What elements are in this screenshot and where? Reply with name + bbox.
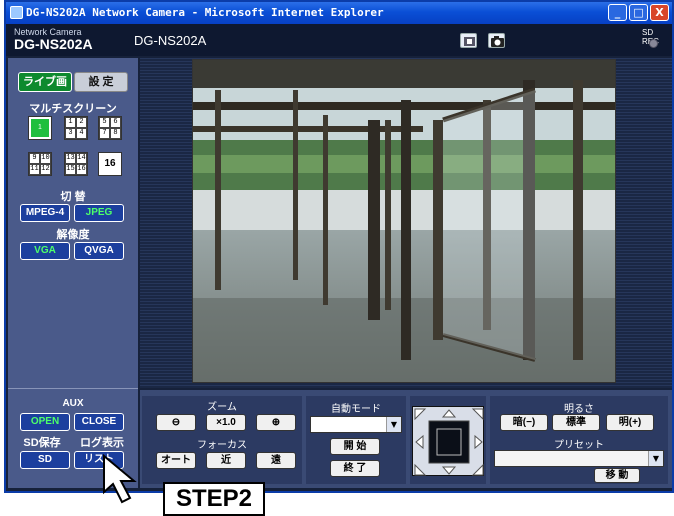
maximize-button[interactable]: □ bbox=[629, 4, 648, 21]
focus-far-button[interactable]: 遠 bbox=[256, 452, 296, 469]
chevron-down-icon: ▼ bbox=[648, 451, 663, 466]
page-title: DG-NS202A bbox=[134, 33, 207, 48]
focus-auto-button[interactable]: オート bbox=[156, 452, 196, 469]
jpeg-button[interactable]: JPEG bbox=[74, 204, 124, 222]
zoom-in-button[interactable]: ⊕ bbox=[256, 414, 296, 431]
grid-cell: 10 bbox=[40, 153, 51, 164]
auto-start-button[interactable]: 開 始 bbox=[330, 438, 380, 455]
sd-save-label: SD保存 bbox=[23, 437, 61, 449]
camera-snapshot-icon[interactable] bbox=[488, 33, 505, 48]
auto-stop-button[interactable]: 終 了 bbox=[330, 460, 380, 477]
zoom-label: ズーム bbox=[207, 402, 237, 413]
grid-cell: 11 bbox=[29, 164, 40, 175]
log-label: ログ表示 bbox=[80, 437, 124, 449]
minimize-button[interactable]: _ bbox=[608, 4, 627, 21]
grid-cell: 16 bbox=[76, 164, 87, 175]
auto-mode-select[interactable]: ▼ bbox=[310, 416, 402, 433]
pan-tilt-pad[interactable] bbox=[412, 406, 484, 476]
sd-button[interactable]: SD bbox=[20, 451, 70, 469]
focus-label: フォーカス bbox=[197, 440, 247, 451]
sd-rec-indicator bbox=[649, 39, 658, 48]
grid-cell: 9 bbox=[29, 153, 40, 164]
brightness-standard-button[interactable]: 標準 bbox=[552, 414, 600, 431]
tab-setup[interactable]: 設 定 bbox=[74, 72, 128, 92]
chevron-down-icon: ▼ bbox=[386, 417, 401, 432]
left-panel: ライブ画 設 定 マルチスクリーン 1 1234 5678 9 10 11 12 13… bbox=[8, 58, 138, 488]
screen-quad-9-12-button[interactable]: 9 10 11 12 bbox=[28, 152, 52, 176]
screen-single-button[interactable]: 1 bbox=[28, 116, 52, 140]
grid-cell: 13 bbox=[65, 153, 76, 164]
ie-icon bbox=[10, 6, 23, 19]
preset-select[interactable]: ▼ bbox=[494, 450, 664, 467]
preset-label: プリセット bbox=[554, 440, 604, 451]
camera-live-image[interactable] bbox=[192, 59, 616, 383]
mpeg4-button[interactable]: MPEG-4 bbox=[20, 204, 70, 222]
grid-cell: 5 bbox=[99, 117, 110, 128]
close-button[interactable]: X bbox=[650, 4, 669, 21]
model-name: DG-NS202A bbox=[14, 36, 93, 52]
ptz-section bbox=[410, 396, 486, 484]
snapshot-window-icon[interactable] bbox=[460, 33, 477, 48]
grid-cell: 6 bbox=[110, 117, 121, 128]
brightness-preset-section: 明るさ 暗(−) 標準 明(+) プリセット ▼ 移 動 bbox=[490, 396, 668, 484]
grid-cell: 3 bbox=[65, 128, 76, 139]
resolution-label: 解像度 bbox=[56, 229, 90, 241]
screen-16-button[interactable]: 16 bbox=[98, 152, 122, 176]
switch-label: 切 替 bbox=[60, 191, 86, 203]
screen-quad-5-8-button[interactable]: 5678 bbox=[98, 116, 122, 140]
grid-cell: 2 bbox=[76, 117, 87, 128]
aux-label: AUX bbox=[62, 398, 84, 409]
grid-cell: 14 bbox=[76, 153, 87, 164]
grid-cell: 15 bbox=[65, 164, 76, 175]
brightness-brighter-button[interactable]: 明(+) bbox=[606, 414, 654, 431]
step-callout: STEP2 bbox=[163, 482, 265, 516]
control-panel: ズーム ⊖ ×1.0 ⊕ フォーカス オート 近 遠 自動モード ▼ 開 始 終… bbox=[140, 390, 672, 488]
zoom-focus-section: ズーム ⊖ ×1.0 ⊕ フォーカス オート 近 遠 bbox=[142, 396, 302, 484]
camera-header: Network Camera DG-NS202A DG-NS202A SD RE… bbox=[6, 24, 672, 56]
mouse-pointer-icon bbox=[103, 453, 137, 504]
zoom-reset-button[interactable]: ×1.0 bbox=[206, 414, 246, 431]
auto-mode-section: 自動モード ▼ 開 始 終 了 bbox=[306, 396, 406, 484]
window-title: DG-NS202A Network Camera - Microsoft Int… bbox=[26, 6, 384, 19]
grid-cell: 12 bbox=[40, 164, 51, 175]
grid-cell: 1 bbox=[65, 117, 76, 128]
grid-cell: 4 bbox=[76, 128, 87, 139]
grid-cell: 8 bbox=[110, 128, 121, 139]
title-bar: DG-NS202A Network Camera - Microsoft Int… bbox=[6, 2, 672, 24]
tab-live[interactable]: ライブ画 bbox=[18, 72, 72, 92]
screen-quad-13-16-button[interactable]: 13 14 15 16 bbox=[64, 152, 88, 176]
brightness-label: 明るさ bbox=[564, 404, 594, 415]
zoom-out-button[interactable]: ⊖ bbox=[156, 414, 196, 431]
auto-mode-label: 自動モード bbox=[331, 404, 381, 415]
qvga-button[interactable]: QVGA bbox=[74, 242, 124, 260]
grid-cell: 7 bbox=[99, 128, 110, 139]
preset-move-button[interactable]: 移 動 bbox=[594, 468, 640, 483]
focus-near-button[interactable]: 近 bbox=[206, 452, 246, 469]
aux-open-button[interactable]: OPEN bbox=[20, 413, 70, 431]
multiscreen-label: マルチスクリーン bbox=[29, 103, 117, 115]
aux-close-button[interactable]: CLOSE bbox=[74, 413, 124, 431]
divider bbox=[8, 388, 138, 389]
vga-button[interactable]: VGA bbox=[20, 242, 70, 260]
screen-single-label: 1 bbox=[31, 119, 49, 137]
browser-window: DG-NS202A Network Camera - Microsoft Int… bbox=[4, 0, 674, 493]
brightness-darker-button[interactable]: 暗(−) bbox=[500, 414, 548, 431]
screen-quad-1-4-button[interactable]: 1234 bbox=[64, 116, 88, 140]
